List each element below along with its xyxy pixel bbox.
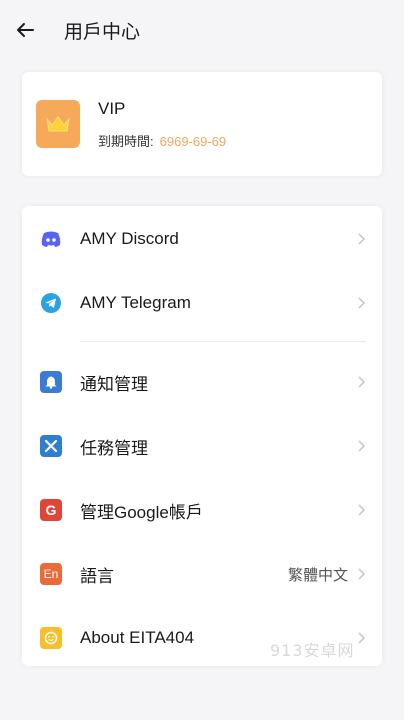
chevron-right-icon — [358, 632, 366, 644]
vip-title: VIP — [98, 98, 126, 118]
menu-label: 管理Google帳戶 — [80, 502, 203, 522]
vip-expiry-label: 到期時間: — [98, 133, 154, 149]
chevron-right-icon — [358, 297, 366, 309]
menu-item-google[interactable]: G 管理Google帳戶 — [22, 478, 382, 542]
chevron-right-icon — [358, 440, 366, 452]
settings-menu: AMY Discord AMY Telegram 通知管理 任務管理 G 管理G… — [22, 206, 382, 666]
language-icon-text: En — [43, 567, 59, 581]
menu-label: AMY Telegram — [80, 293, 191, 312]
bell-icon — [40, 371, 62, 393]
divider — [80, 341, 366, 342]
vip-card[interactable]: VIP 到期時間: 6969-69-69 — [22, 72, 382, 176]
chevron-right-icon — [358, 233, 366, 245]
chevron-right-icon — [358, 504, 366, 516]
back-button[interactable] — [14, 19, 36, 41]
google-icon: G — [40, 499, 62, 521]
menu-label: AMY Discord — [80, 229, 179, 248]
language-value: 繁體中文 — [287, 566, 348, 584]
menu-label: 語言 — [80, 566, 114, 586]
watermark: 913安卓网 — [270, 641, 355, 660]
language-icon: En — [40, 563, 62, 585]
menu-item-discord[interactable]: AMY Discord — [22, 207, 382, 271]
header: 用戶中心 — [0, 0, 404, 60]
vip-badge — [36, 100, 80, 148]
back-arrow-icon — [17, 23, 34, 37]
vip-info: VIP 到期時間: 6969-69-69 — [98, 99, 226, 150]
telegram-icon — [40, 292, 62, 314]
menu-item-tasks[interactable]: 任務管理 — [22, 414, 382, 478]
menu-label: 任務管理 — [80, 438, 148, 458]
menu-item-language[interactable]: En 語言 繁體中文 — [22, 542, 382, 606]
smiley-icon — [40, 627, 62, 649]
page-title: 用戶中心 — [64, 21, 141, 43]
chevron-right-icon — [358, 376, 366, 388]
menu-item-telegram[interactable]: AMY Telegram — [22, 271, 382, 335]
chevron-right-icon — [358, 568, 366, 580]
vip-expiry: 到期時間: 6969-69-69 — [98, 131, 226, 150]
menu-item-notifications[interactable]: 通知管理 — [22, 350, 382, 414]
discord-icon — [40, 228, 62, 250]
menu-label: 通知管理 — [80, 374, 148, 394]
crown-icon — [46, 116, 70, 132]
vip-expiry-date: 6969-69-69 — [159, 133, 227, 149]
tools-icon — [40, 435, 62, 457]
